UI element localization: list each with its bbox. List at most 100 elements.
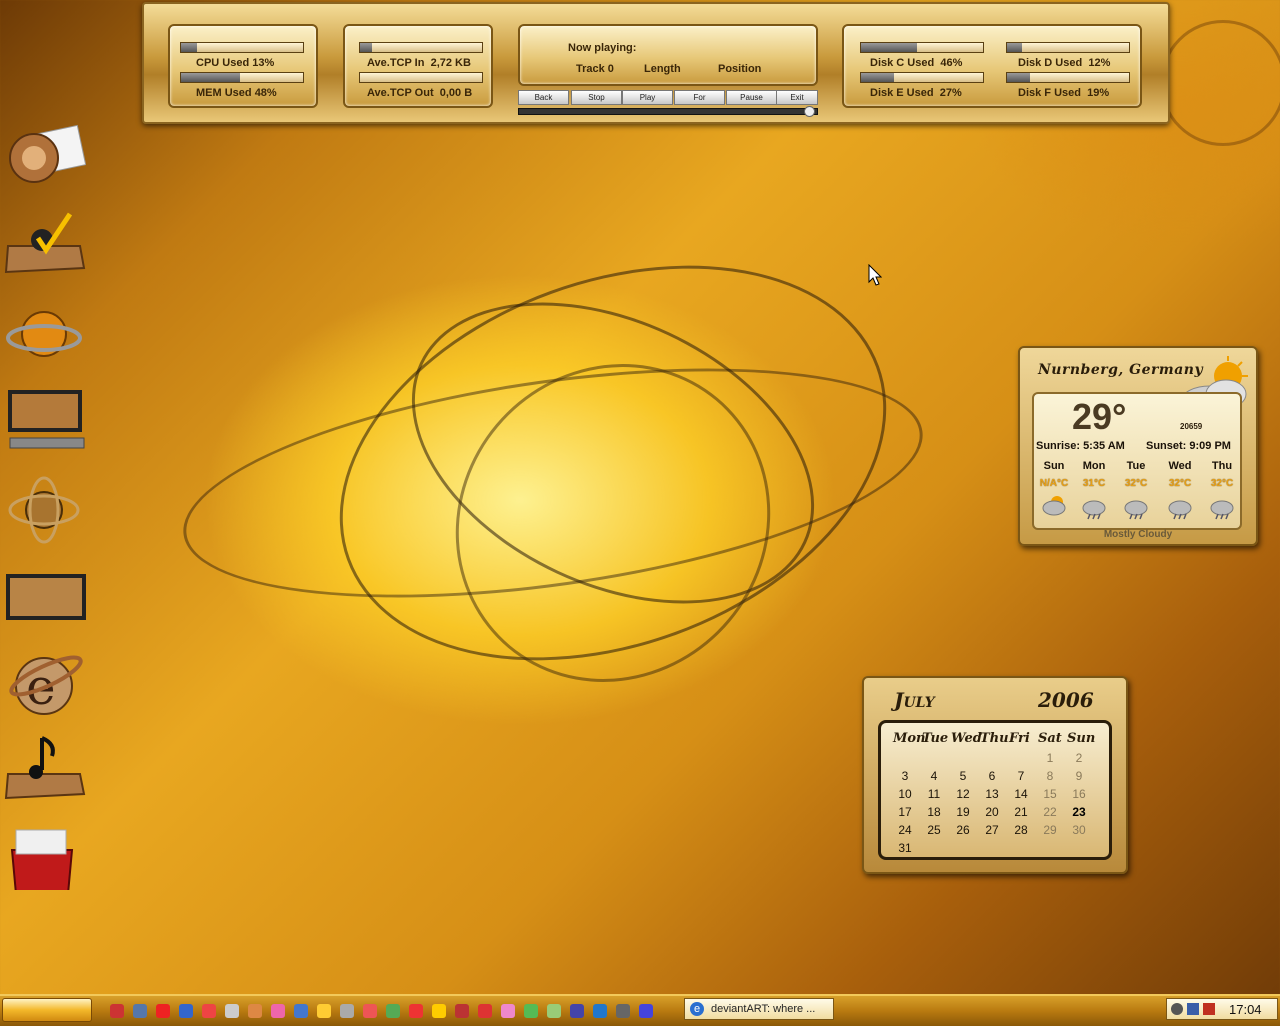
sunrise-label: Sunrise: 5:35 AM [1036, 440, 1125, 452]
calendar-date[interactable]: 29 [1036, 823, 1064, 837]
forecast-temp: 32°C [1124, 478, 1148, 489]
calendar-date[interactable]: 2 [1065, 751, 1093, 765]
start-button[interactable] [2, 998, 92, 1022]
checkmark-tray-icon[interactable] [4, 206, 86, 276]
mail-icon[interactable] [4, 120, 87, 190]
calendar-date[interactable]: 3 [891, 769, 919, 783]
network-tray-icon[interactable] [1187, 1003, 1199, 1015]
task-button-deviantart[interactable]: e deviantART: where ... [684, 998, 834, 1020]
music-note-tray-icon[interactable] [4, 730, 86, 800]
back-button[interactable]: Back [518, 90, 569, 105]
calendar-date[interactable]: 24 [891, 823, 919, 837]
quick-launch-icon[interactable] [156, 1004, 170, 1018]
calendar-date[interactable]: 8 [1036, 769, 1064, 783]
seek-handle[interactable] [804, 106, 815, 117]
calendar-date[interactable]: 6 [978, 769, 1006, 783]
disk-f-label: Disk F Used 19% [1018, 87, 1110, 99]
quick-launch-icon[interactable] [340, 1004, 354, 1018]
calendar-date[interactable]: 27 [978, 823, 1006, 837]
quick-launch-icon[interactable] [133, 1004, 147, 1018]
quick-launch-icon[interactable] [547, 1004, 561, 1018]
calendar-date[interactable]: 10 [891, 787, 919, 801]
calendar-date[interactable]: 21 [1007, 805, 1035, 819]
quick-launch-icon[interactable] [409, 1004, 423, 1018]
security-tray-icon[interactable] [1203, 1003, 1215, 1015]
disk-d-label: Disk D Used 12% [1018, 57, 1111, 69]
monitor-small-icon[interactable] [4, 570, 86, 640]
quick-launch-icon[interactable] [202, 1004, 216, 1018]
thunderstorm-icon [1210, 500, 1234, 520]
calendar-date[interactable]: 16 [1065, 787, 1093, 801]
calendar-date[interactable]: 18 [920, 805, 948, 819]
quick-launch-icon[interactable] [432, 1004, 446, 1018]
quick-launch-icon[interactable] [570, 1004, 584, 1018]
sunset-label: Sunset: 9:09 PM [1146, 440, 1231, 452]
quick-launch-icon[interactable] [179, 1004, 193, 1018]
calendar-date[interactable]: 17 [891, 805, 919, 819]
quick-launch-icon[interactable] [386, 1004, 400, 1018]
recycle-bin-icon[interactable] [4, 820, 86, 895]
quick-launch-icon[interactable] [363, 1004, 377, 1018]
forecast-day: Wed [1168, 460, 1192, 472]
cpu-mem-monitor: CPU Used 13% MEM Used 48% [168, 24, 318, 108]
calendar-date[interactable]: 20 [978, 805, 1006, 819]
calendar-date[interactable]: 25 [920, 823, 948, 837]
forecast-day: Thu [1211, 460, 1233, 472]
calendar-date[interactable]: 19 [949, 805, 977, 819]
length-label: Length [644, 63, 681, 75]
calendar-date[interactable]: 9 [1065, 769, 1093, 783]
calendar-date[interactable]: 11 [920, 787, 948, 801]
forecast-temp: N/A°C [1039, 478, 1069, 489]
internet-explorer-icon[interactable]: e [4, 648, 86, 718]
calendar-date[interactable]: 12 [949, 787, 977, 801]
calendar-date[interactable]: 14 [1007, 787, 1035, 801]
stop-button[interactable]: Stop [571, 90, 622, 105]
disk-f-meter [1006, 72, 1130, 83]
forecast-day: Mon [1082, 460, 1106, 472]
quick-launch-icon[interactable] [248, 1004, 262, 1018]
play-button[interactable]: Play [622, 90, 673, 105]
quick-launch-icon[interactable] [524, 1004, 538, 1018]
monitor-icon[interactable] [4, 386, 86, 456]
calendar-date[interactable]: 26 [949, 823, 977, 837]
system-tray: 17:04 [1166, 998, 1278, 1020]
globe-ring-icon[interactable] [4, 300, 86, 370]
atom-globe-icon[interactable] [4, 474, 86, 544]
calendar-date[interactable]: 1 [1036, 751, 1064, 765]
calendar-date[interactable]: 30 [1065, 823, 1093, 837]
quick-launch-icon[interactable] [501, 1004, 515, 1018]
cpu-meter [180, 42, 304, 53]
disk-e-label: Disk E Used 27% [870, 87, 962, 99]
forward-button[interactable]: For [674, 90, 725, 105]
quick-launch-icon[interactable] [455, 1004, 469, 1018]
pause-button[interactable]: Pause [726, 90, 777, 105]
weather-condition: Mostly Cloudy [1103, 529, 1173, 540]
calendar-date[interactable]: 22 [1036, 805, 1064, 819]
quick-launch-icon[interactable] [317, 1004, 331, 1018]
calendar-date[interactable]: 4 [920, 769, 948, 783]
disk-e-meter [860, 72, 984, 83]
tray-icon-1[interactable] [1171, 1003, 1183, 1015]
disk-c-label: Disk C Used 46% [870, 57, 963, 69]
seek-bar[interactable] [518, 106, 818, 117]
quick-launch-icon[interactable] [294, 1004, 308, 1018]
calendar-date[interactable]: 15 [1036, 787, 1064, 801]
calendar-date[interactable]: 23 [1065, 805, 1093, 819]
calendar-date[interactable]: 13 [978, 787, 1006, 801]
quick-launch-icon[interactable] [271, 1004, 285, 1018]
partly-cloudy-icon [1042, 496, 1066, 516]
exit-button[interactable]: Exit [776, 90, 818, 105]
weather-panel: 29° 20659 Sunrise: 5:35 AM Sunset: 9:09 … [1032, 392, 1242, 530]
quick-launch-icon[interactable] [593, 1004, 607, 1018]
calendar-date[interactable]: 5 [949, 769, 977, 783]
quick-launch-icon[interactable] [110, 1004, 124, 1018]
quick-launch-icon[interactable] [478, 1004, 492, 1018]
disk-monitor: Disk C Used 46% Disk D Used 12% Disk E U… [842, 24, 1142, 108]
quick-launch-icon[interactable] [616, 1004, 630, 1018]
calendar-date[interactable]: 28 [1007, 823, 1035, 837]
clock[interactable]: 17:04 [1229, 1002, 1262, 1017]
calendar-date[interactable]: 31 [891, 841, 919, 855]
quick-launch-icon[interactable] [225, 1004, 239, 1018]
calendar-date[interactable]: 7 [1007, 769, 1035, 783]
quick-launch-icon[interactable] [639, 1004, 653, 1018]
